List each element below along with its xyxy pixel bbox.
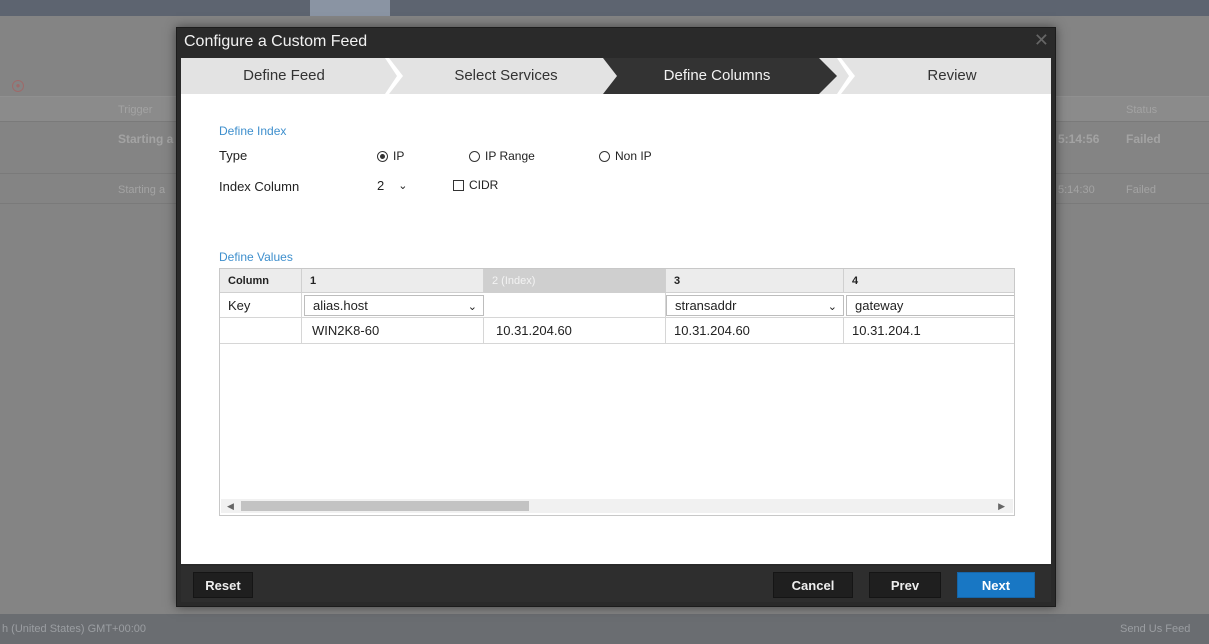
grid-header-1: 1 xyxy=(302,269,484,293)
key-select-value: gateway xyxy=(855,298,904,313)
grid-header-3: 3 xyxy=(666,269,844,293)
background-row-status: Failed xyxy=(1126,184,1156,196)
grid-horizontal-scrollbar[interactable]: ◀ ▶ xyxy=(221,499,1013,513)
cidr-label: CIDR xyxy=(469,178,499,192)
prev-button[interactable]: Prev xyxy=(869,572,941,598)
radio-selected-icon xyxy=(377,150,388,162)
background-column-status: Status xyxy=(1126,104,1158,116)
define-values-heading: Define Values xyxy=(219,250,293,264)
chevron-down-icon: ⌄ xyxy=(827,301,837,313)
key-select-value: alias.host xyxy=(313,298,368,313)
configure-feed-dialog: Configure a Custom Feed ✕ Define Feed Se… xyxy=(176,27,1056,607)
step-define-feed[interactable]: Define Feed xyxy=(181,58,387,94)
step-define-columns[interactable]: Define Columns xyxy=(617,58,817,94)
index-column-label: Index Column xyxy=(219,179,300,194)
chevron-down-icon: ⌄ xyxy=(467,301,477,313)
type-radio-non-ip[interactable]: Non IP xyxy=(599,149,652,163)
checkbox-icon xyxy=(453,179,464,191)
scrollbar-thumb[interactable] xyxy=(241,501,529,511)
cidr-checkbox[interactable]: CIDR xyxy=(453,178,498,192)
background-topbar xyxy=(0,0,1209,16)
scroll-right-icon[interactable]: ▶ xyxy=(998,499,1005,513)
define-values-grid: Column 1 2 (Index) 3 4 Key alias.host ⌄ … xyxy=(219,268,1015,516)
dialog-title: Configure a Custom Feed xyxy=(184,33,368,50)
step-chevron-icon xyxy=(385,58,403,94)
grid-header-4: 4 xyxy=(852,275,859,287)
reset-button[interactable]: Reset xyxy=(193,572,253,598)
define-index-heading: Define Index xyxy=(219,124,287,138)
grid-data-row: WIN2K8-60 10.31.204.60 10.31.204.60 10.3… xyxy=(220,318,1014,344)
scroll-left-icon[interactable]: ◀ xyxy=(227,499,234,513)
data-cell-1: WIN2K8-60 xyxy=(302,318,484,343)
step-select-services[interactable]: Select Services xyxy=(403,58,609,94)
type-label: Type xyxy=(219,148,248,163)
background-row-time: 5:14:56 xyxy=(1058,132,1100,146)
background-row-trigger: Starting a xyxy=(118,132,174,146)
cancel-button[interactable]: Cancel xyxy=(773,572,853,598)
key-select-column-3[interactable]: stransaddr ⌄ xyxy=(666,295,844,316)
background-footer-timezone: h (United States) GMT+00:00 xyxy=(2,623,146,635)
close-icon[interactable]: ✕ xyxy=(1034,30,1049,51)
key-cell-column-2 xyxy=(484,293,666,317)
grid-header-column: Column xyxy=(220,269,302,293)
record-icon: ● xyxy=(12,80,24,92)
step-review[interactable]: Review xyxy=(853,58,1051,94)
type-radio-ip[interactable]: IP xyxy=(377,149,404,163)
next-button[interactable]: Next xyxy=(957,572,1035,598)
background-row-time: 5:14:30 xyxy=(1058,184,1095,196)
grid-key-row: Key alias.host ⌄ stransaddr ⌄ gateway xyxy=(220,293,1014,318)
data-cell-4: 10.31.204.1 xyxy=(852,323,921,338)
data-cell-column xyxy=(220,318,302,343)
background-tab xyxy=(310,0,390,16)
key-select-column-4[interactable]: gateway xyxy=(846,295,1014,316)
dialog-footer: Reset Cancel Prev Next xyxy=(181,566,1051,602)
type-option-label: IP Range xyxy=(485,149,535,163)
index-column-select[interactable]: 2 ⌄ xyxy=(377,178,407,193)
type-option-label: IP xyxy=(393,149,405,163)
radio-unselected-icon xyxy=(599,150,610,162)
background-footer-feedback: Send Us Feed xyxy=(1120,623,1191,635)
data-cell-2: 10.31.204.60 xyxy=(484,318,666,343)
background-footer: h (United States) GMT+00:00 Send Us Feed xyxy=(0,614,1209,644)
background-column-trigger: Trigger xyxy=(118,104,153,116)
index-column-value: 2 xyxy=(377,178,385,193)
wizard-steps: Define Feed Select Services Define Colum… xyxy=(181,58,1051,94)
dialog-body: Define Index Type IP IP Range Non IP Ind… xyxy=(181,94,1051,564)
background-row-status: Failed xyxy=(1126,132,1161,146)
chevron-down-icon: ⌄ xyxy=(398,180,408,192)
data-cell-3: 10.31.204.60 xyxy=(666,318,844,343)
grid-header-2-index: 2 (Index) xyxy=(484,269,666,293)
key-row-label: Key xyxy=(220,293,302,317)
type-option-label: Non IP xyxy=(615,149,652,163)
grid-header-row: Column 1 2 (Index) 3 4 xyxy=(220,269,1014,293)
key-select-value: stransaddr xyxy=(675,298,737,313)
background-row-trigger: Starting a xyxy=(118,184,166,196)
type-radio-ip-range[interactable]: IP Range xyxy=(469,149,535,163)
key-select-column-1[interactable]: alias.host ⌄ xyxy=(304,295,484,316)
radio-unselected-icon xyxy=(469,150,480,162)
